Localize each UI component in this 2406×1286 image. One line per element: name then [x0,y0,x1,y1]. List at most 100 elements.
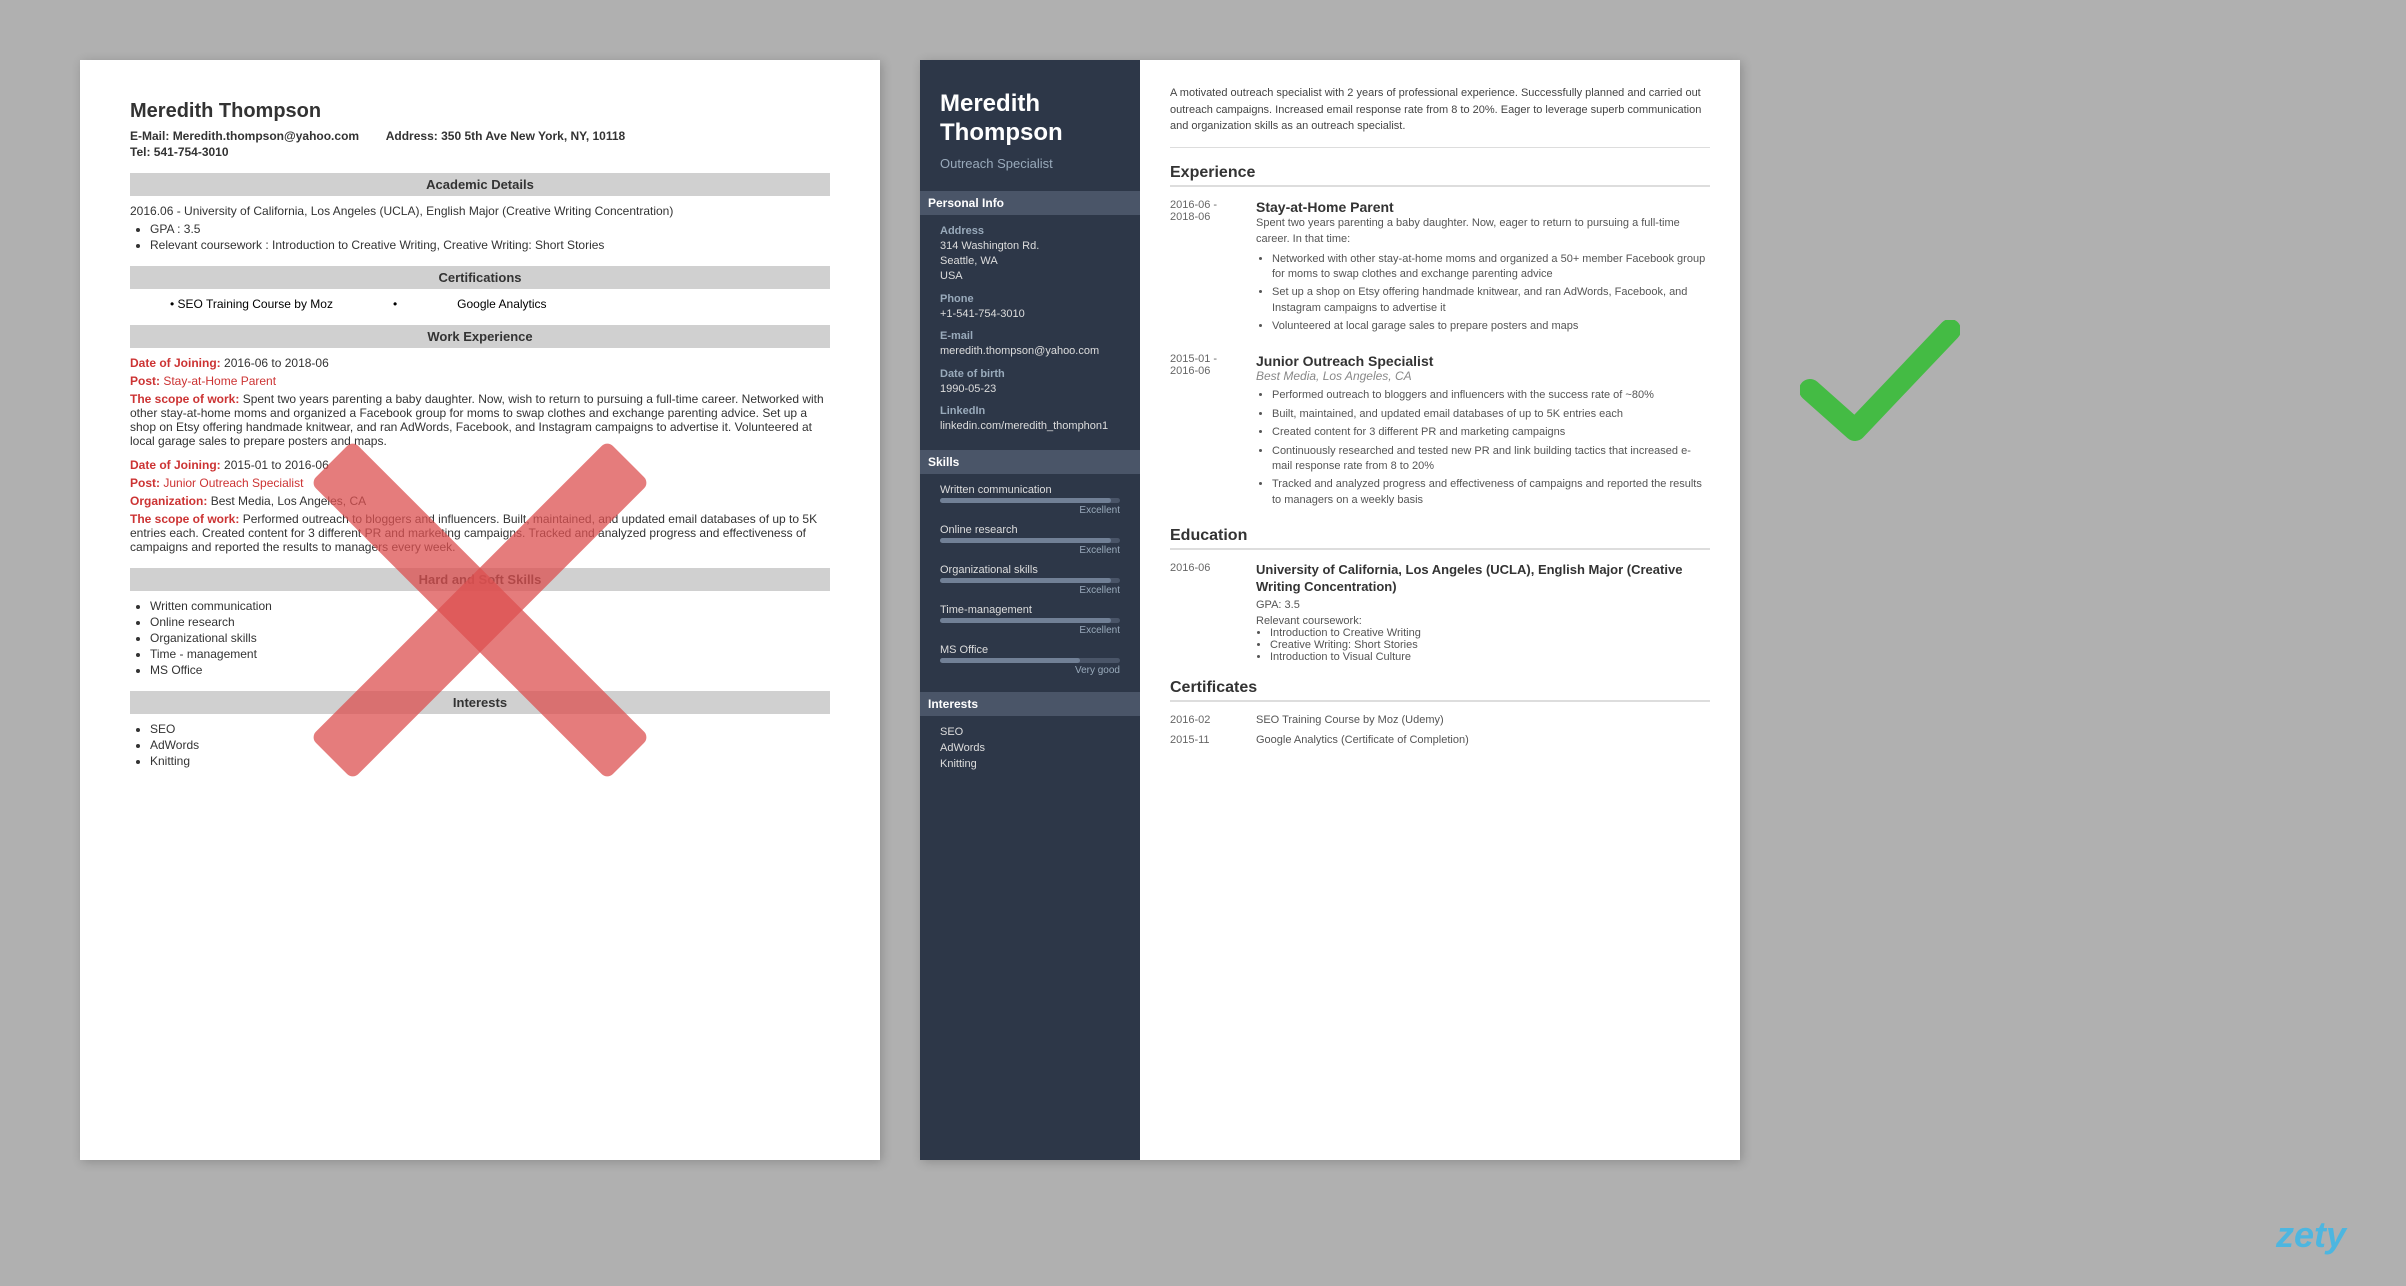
phone-value: +1-541-754-3010 [940,307,1120,322]
skill-time: Time-management Excellent [940,604,1120,636]
address-line1: 314 Washington Rd. [940,239,1120,254]
interest-knitting: Knitting [940,758,1120,770]
resume-good-example: MeredithThompson Outreach Specialist Per… [920,60,1740,1160]
cert-1-name: SEO Training Course by Moz (Udemy) [1256,714,1444,726]
skills-list: Written communication Online research Or… [130,599,830,677]
interest-adwords: AdWords [940,742,1120,754]
education-section: Education 2016-06 University of Californ… [1170,527,1710,663]
edu-1: 2016-06 University of California, Los An… [1170,562,1710,663]
skill-written: Written communication Excellent [940,484,1120,516]
summary-text: A motivated outreach specialist with 2 y… [1170,85,1710,148]
cw-3: Introduction to Visual Culture [1270,651,1710,663]
cw-1: Introduction to Creative Writing [1270,627,1710,639]
rj2-b4: Continuously researched and tested new P… [1272,444,1710,475]
dob-label: Date of birth [940,368,1120,380]
right-job1-title: Stay-at-Home Parent [1256,199,1710,215]
experience-section: Experience 2016-06 - 2018-06 Stay-at-Hom… [1170,164,1710,512]
sidebar: MeredithThompson Outreach Specialist Per… [920,60,1140,1160]
right-job2-bullets: Performed outreach to bloggers and influ… [1256,388,1710,508]
left-job-2: Date of Joining: 2015-01 to 2016-06 Post… [130,458,830,554]
address-line3: USA [940,269,1120,284]
edu-date: 2016-06 [1170,562,1240,663]
linkedin-value: linkedin.com/meredith_thomphon1 [940,419,1120,434]
job2-org: Best Media, Los Angeles, CA [211,494,366,508]
right-job2-title: Junior Outreach Specialist [1256,353,1710,369]
interest-3: Knitting [150,754,830,768]
job2-scope-label: The scope of work: [130,512,239,526]
job2-date-label: Date of Joining: [130,458,221,472]
job1-date: 2016-06 to 2018-06 [224,356,329,370]
main-content: A motivated outreach specialist with 2 y… [1140,60,1740,1160]
job2-post-label: Post: [130,476,160,490]
job1-post-line: Post: Stay-at-Home Parent [130,374,830,388]
skill-5: MS Office [150,663,830,677]
interests-header: Interests [130,691,830,714]
rj1-b2: Set up a shop on Etsy offering handmade … [1272,285,1710,316]
skill-4: Time - management [150,647,830,661]
edu-gpa: GPA: 3.5 [1256,599,1710,611]
rj2-b1: Performed outreach to bloggers and influ… [1272,388,1710,403]
cert-1: • SEO Training Course by Moz [170,297,333,311]
resume-bad-example: Meredith Thompson E-Mail: Meredith.thomp… [80,60,880,1160]
job2-scope: The scope of work: Performed outreach to… [130,512,830,554]
right-job2-date: 2015-01 - 2016-06 [1170,353,1240,511]
address-value: 350 5th Ave New York, NY, 10118 [441,129,625,143]
interest-1: SEO [150,722,830,736]
zety-watermark: zety [2276,1214,2346,1256]
right-job1-date: 2016-06 - 2018-06 [1170,199,1240,338]
job1-scope: The scope of work: Spent two years paren… [130,392,830,448]
job2-date: 2015-01 to 2016-06 [224,458,329,472]
skills-header: Hard and Soft Skills [130,568,830,591]
right-job-1: 2016-06 - 2018-06 Stay-at-Home Parent Sp… [1170,199,1710,338]
rj2-b3: Created content for 3 different PR and m… [1272,425,1710,440]
right-job1-bullets: Networked with other stay-at-home moms a… [1256,252,1710,335]
education-title: Education [1170,527,1710,550]
edu-coursework-list: Introduction to Creative Writing Creativ… [1256,627,1710,663]
certs-row: • SEO Training Course by Moz • Google An… [130,297,830,311]
edu-school: University of California, Los Angeles (U… [1256,562,1710,596]
right-job2-details: Junior Outreach Specialist Best Media, L… [1256,353,1710,511]
right-job2-company: Best Media, Los Angeles, CA [1256,369,1710,383]
email-label: E-mail [940,330,1120,342]
right-name: MeredithThompson [940,90,1120,148]
personal-info-title: Personal Info [920,191,1140,215]
academic-header: Academic Details [130,173,830,196]
rj2-b5: Tracked and analyzed progress and effect… [1272,477,1710,508]
skill-ms: MS Office Very good [940,644,1120,676]
right-job1-details: Stay-at-Home Parent Spent two years pare… [1256,199,1710,338]
tel-label: Tel: [130,145,150,159]
cert-bullet: • [393,297,397,311]
academic-text: 2016.06 - University of California, Los … [130,204,830,218]
right-job1-desc: Spent two years parenting a baby daughte… [1256,215,1710,248]
skills-section-title: Skills [920,450,1140,474]
cert-2-name: Google Analytics (Certificate of Complet… [1256,734,1469,746]
address-label: Address: [386,129,438,143]
certs-title: Certificates [1170,679,1710,702]
skill-org: Organizational skills Excellent [940,564,1120,596]
email-value: meredith.thompson@yahoo.com [940,344,1120,359]
skill-online: Online research Excellent [940,524,1120,556]
right-job-2: 2015-01 - 2016-06 Junior Outreach Specia… [1170,353,1710,511]
skill-1: Written communication [150,599,830,613]
job2-org-label: Organization: [130,494,207,508]
job1-post-label: Post: [130,374,160,388]
tel-value: 541-754-3010 [154,145,229,159]
interest-2: AdWords [150,738,830,752]
academic-bullets: GPA : 3.5 Relevant coursework : Introduc… [130,222,830,252]
left-name: Meredith Thompson [130,100,830,123]
address-label: Address [940,225,1120,237]
coursework-item: Relevant coursework : Introduction to Cr… [150,238,830,252]
job1-post: Stay-at-Home Parent [163,374,276,388]
job1-date-label: Date of Joining: [130,356,221,370]
right-title: Outreach Specialist [940,156,1120,171]
job2-org-line: Organization: Best Media, Los Angeles, C… [130,494,830,508]
job1-date-line: Date of Joining: 2016-06 to 2018-06 [130,356,830,370]
cert-2-entry: 2015-11 Google Analytics (Certificate of… [1170,734,1710,746]
linkedin-label: LinkedIn [940,405,1120,417]
experience-title: Experience [1170,164,1710,187]
job2-post-line: Post: Junior Outreach Specialist [130,476,830,490]
cw-2: Creative Writing: Short Stories [1270,639,1710,651]
cert-2-date: 2015-11 [1170,734,1240,746]
work-header: Work Experience [130,325,830,348]
cert-1-date: 2016-02 [1170,714,1240,726]
